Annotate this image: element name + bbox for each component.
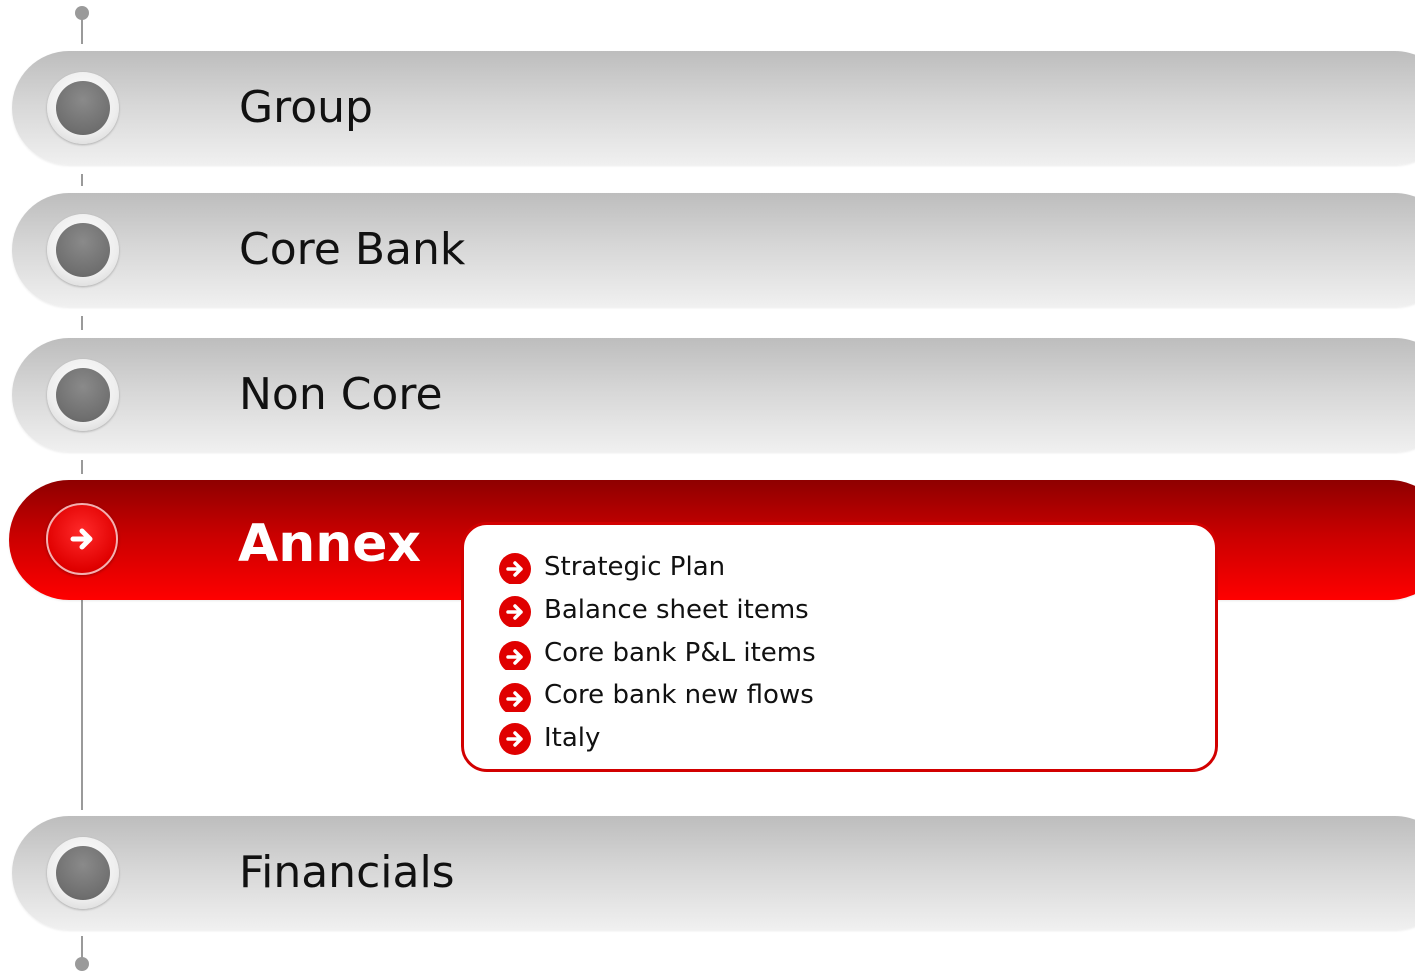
timeline-line-seg-4	[81, 598, 83, 810]
nav-item-label: Core Bank	[239, 224, 466, 275]
timeline-line-seg-3	[81, 460, 83, 474]
submenu-item-core-bank-new-flows[interactable]: Core bank new flows	[498, 677, 814, 713]
submenu-item-core-bank-pl-items[interactable]: Core bank P&L items	[498, 635, 816, 671]
submenu-item-label: Core bank new flows	[544, 680, 814, 710]
arrow-right-circle-icon	[499, 683, 531, 712]
nav-item-label: Non Core	[239, 369, 443, 420]
nav-item-label: Annex	[238, 514, 422, 574]
submenu-item-italy[interactable]: Italy	[498, 720, 600, 756]
submenu-item-label: Italy	[544, 723, 601, 753]
timeline-bottom-dot	[75, 957, 89, 971]
bullet-icon	[47, 214, 119, 286]
timeline-line-seg-1	[81, 174, 83, 186]
nav-item-core-bank[interactable]: Core Bank	[12, 193, 1415, 307]
nav-item-financials[interactable]: Financials	[12, 816, 1415, 930]
submenu-item-label: Strategic Plan	[544, 552, 726, 582]
arrow-right-circle-icon	[46, 503, 118, 575]
bullet-icon	[47, 359, 119, 431]
nav-item-non-core[interactable]: Non Core	[12, 338, 1415, 452]
arrow-right-circle-icon	[499, 596, 531, 627]
annex-submenu: Strategic Plan Balance sheet items Core …	[461, 522, 1218, 772]
arrow-right-circle-icon	[499, 723, 531, 755]
submenu-item-strategic-plan[interactable]: Strategic Plan	[498, 549, 725, 585]
nav-item-label: Financials	[239, 847, 455, 898]
submenu-item-label: Balance sheet items	[544, 595, 809, 625]
nav-item-label: Group	[239, 82, 373, 133]
submenu-item-balance-sheet-items[interactable]: Balance sheet items	[498, 592, 809, 628]
bullet-icon	[47, 837, 119, 909]
nav-item-group[interactable]: Group	[12, 51, 1415, 165]
submenu-item-label: Core bank P&L items	[544, 638, 816, 668]
timeline-line-seg-2	[81, 316, 83, 330]
agenda-slide: Group Core Bank Non Core Annex Financial…	[0, 0, 1415, 971]
bullet-icon	[47, 72, 119, 144]
arrow-right-circle-icon	[499, 553, 531, 584]
timeline-line-top	[81, 14, 83, 44]
arrow-right-circle-icon	[499, 641, 531, 670]
